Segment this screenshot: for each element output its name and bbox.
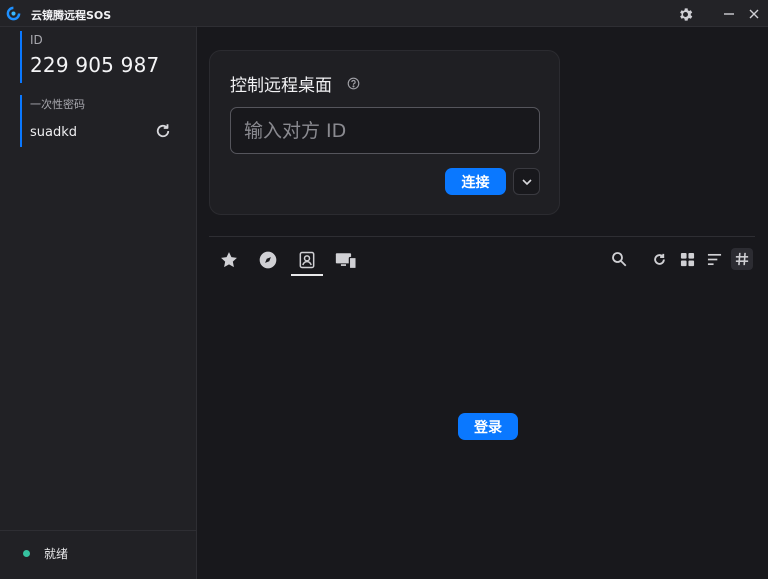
compass-icon xyxy=(259,251,277,269)
grid-view-button[interactable] xyxy=(676,248,698,270)
status-indicator xyxy=(23,550,30,557)
tab-address-book[interactable] xyxy=(295,248,319,272)
address-book-icon xyxy=(299,251,315,269)
connect-title: 控制远程桌面 xyxy=(230,76,332,96)
refresh-password-icon[interactable] xyxy=(154,122,172,140)
connect-card: 控制远程桌面 连接 xyxy=(209,50,560,215)
settings-gear-icon[interactable] xyxy=(675,4,695,24)
sidebar: ID 229 905 987 一次性密码 suadkd 就绪 xyxy=(0,27,197,579)
chevron-down-icon xyxy=(521,178,532,185)
id-block: ID 229 905 987 xyxy=(20,31,190,83)
refresh-button[interactable] xyxy=(648,248,670,270)
devices-icon xyxy=(335,253,357,270)
connect-options-button[interactable] xyxy=(513,168,540,195)
tab-recent-devices[interactable] xyxy=(334,248,358,272)
login-button[interactable]: 登录 xyxy=(458,413,518,440)
refresh-icon xyxy=(653,253,665,265)
sort-button[interactable] xyxy=(703,248,725,270)
connect-button[interactable]: 连接 xyxy=(445,168,506,195)
remote-id-input[interactable] xyxy=(230,107,540,154)
window-title: 云镜腾远程SOS xyxy=(31,9,112,22)
grid-view-icon xyxy=(680,252,694,266)
status-text: 就绪 xyxy=(44,547,69,561)
id-value[interactable]: 229 905 987 xyxy=(30,53,190,77)
close-icon[interactable] xyxy=(744,4,764,24)
search-button[interactable] xyxy=(608,248,630,270)
active-tab-indicator xyxy=(291,274,323,276)
password-block: 一次性密码 suadkd xyxy=(20,95,190,147)
status-bar: 就绪 xyxy=(0,530,196,579)
id-label: ID xyxy=(30,33,43,47)
password-label: 一次性密码 xyxy=(30,98,85,111)
section-divider xyxy=(209,236,755,237)
title-bar: 云镜腾远程SOS xyxy=(0,0,768,27)
app-logo-icon xyxy=(6,6,21,21)
minimize-button[interactable] xyxy=(719,4,739,24)
tag-view-button[interactable] xyxy=(731,248,753,270)
search-icon xyxy=(612,252,627,267)
help-icon[interactable] xyxy=(347,77,360,90)
tab-discovered[interactable] xyxy=(256,248,280,272)
tab-favorites[interactable] xyxy=(217,248,241,272)
sort-icon xyxy=(707,253,721,265)
hash-icon xyxy=(735,252,749,266)
star-icon xyxy=(221,252,237,268)
